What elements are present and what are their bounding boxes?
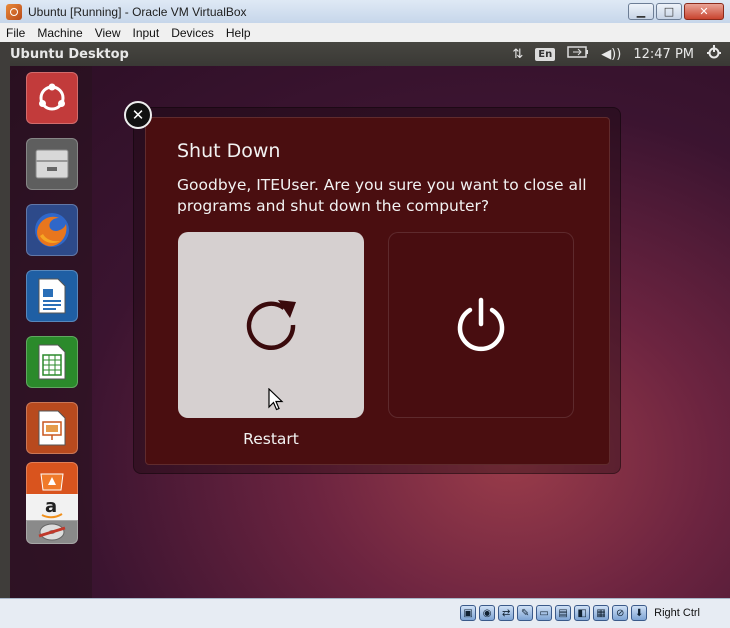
dialog-close-button[interactable]: ✕ [124,101,152,129]
battery-icon[interactable] [567,46,589,62]
minimize-button[interactable]: ▁ [628,3,654,20]
virtualbox-window: Ubuntu [Running] - Oracle VM VirtualBox … [0,0,730,628]
restart-icon [246,300,296,350]
mouse-integration-icon[interactable]: ⊘ [612,605,629,621]
virtualbox-status-bar: ▣ ◉ ⇄ ✎ ▭ ▤ ◧ ▦ ⊘ ⬇ Right Ctrl [0,598,730,628]
keyboard-layout-indicator[interactable]: En [535,47,556,61]
system-settings-icon[interactable] [706,44,722,64]
vm-screen[interactable]: Ubuntu Desktop ⇅ En ◀)) 12:47 PM a ✕ Shu… [0,42,730,598]
launcher-firefox-icon[interactable] [26,204,78,256]
host-key-icon[interactable]: ⬇ [631,605,648,621]
svg-text:a: a [45,496,57,517]
virtualbox-app-icon [6,3,22,20]
network-icon[interactable]: ⇅ [512,47,523,62]
video-capture-icon[interactable]: ◧ [574,605,591,621]
launcher-dvd-drive-icon[interactable] [26,520,78,544]
maximize-button[interactable]: □ [656,3,682,20]
launcher-ubuntu-software-center-icon[interactable] [26,462,78,496]
menu-devices[interactable]: Devices [165,26,220,40]
launcher-libreoffice-calc-icon[interactable] [26,336,78,388]
host-key-label: Right Ctrl [654,607,700,619]
close-window-button[interactable]: ✕ [684,3,724,20]
power-icon [457,297,505,352]
desktop-title: Ubuntu Desktop [10,46,129,62]
ubuntu-top-panel: Ubuntu Desktop ⇅ En ◀)) 12:47 PM [10,42,730,66]
restart-label: Restart [243,430,299,448]
launcher-files-icon[interactable] [26,138,78,190]
menu-input[interactable]: Input [127,26,166,40]
menu-bar: File Machine View Input Devices Help [0,23,730,42]
status-icons: ▣ ◉ ⇄ ✎ ▭ ▤ ◧ ▦ ⊘ ⬇ Right Ctrl [460,605,700,621]
dialog-title: Shut Down [177,140,281,162]
menu-view[interactable]: View [89,26,127,40]
clock[interactable]: 12:47 PM [633,47,694,62]
menu-machine[interactable]: Machine [31,26,88,40]
window-title: Ubuntu [Running] - Oracle VM VirtualBox [28,4,247,19]
shared-folders-icon[interactable]: ✎ [517,605,534,621]
display-icon[interactable]: ▭ [536,605,553,621]
shutdown-button[interactable] [388,232,574,418]
indicator-area: ⇅ En ◀)) 12:47 PM [512,42,722,66]
network-adapter-icon[interactable]: ▤ [555,605,572,621]
window-controls: ▁ □ ✕ [628,3,724,20]
menu-file[interactable]: File [0,26,31,40]
launcher-amazon-icon[interactable]: a [26,494,78,522]
launcher-libreoffice-impress-icon[interactable] [26,402,78,454]
usb-icon[interactable]: ⇄ [498,605,515,621]
launcher-libreoffice-writer-icon[interactable] [26,270,78,322]
close-icon: ✕ [131,105,145,124]
menu-help[interactable]: Help [220,26,257,40]
window-title-bar[interactable]: Ubuntu [Running] - Oracle VM VirtualBox … [0,0,730,23]
launcher-dash-home-icon[interactable] [26,72,78,124]
optical-drive-icon[interactable]: ◉ [479,605,496,621]
screen-left-edge [0,42,10,598]
unity-launcher: a [10,66,92,598]
dialog-message: Goodbye, ITEUser. Are you sure you want … [177,176,587,215]
volume-icon[interactable]: ◀)) [601,47,621,62]
mouse-cursor-icon [268,387,284,416]
hard-disk-icon[interactable]: ▣ [460,605,477,621]
cpu-icon[interactable]: ▦ [593,605,610,621]
